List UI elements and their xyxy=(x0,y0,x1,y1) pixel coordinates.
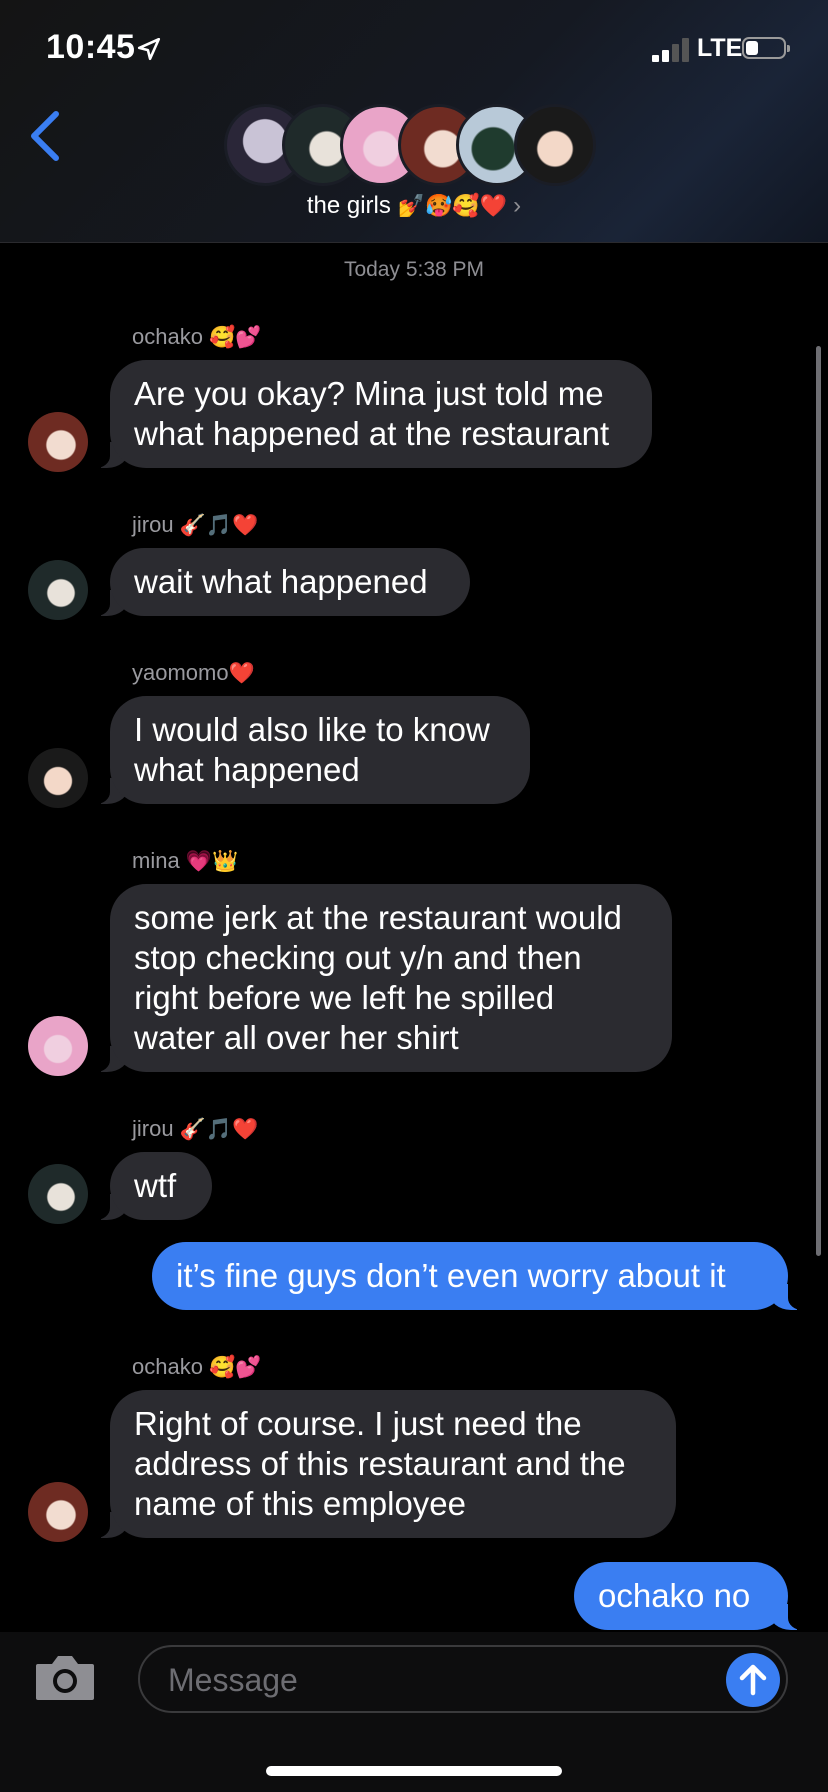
message-input[interactable] xyxy=(166,1657,710,1703)
sender-label: jirou 🎸🎵❤️ xyxy=(132,512,258,538)
home-indicator[interactable] xyxy=(266,1766,562,1776)
sender-label: yaomomo❤️ xyxy=(132,660,255,686)
sender-emoji: 💗👑 xyxy=(185,850,239,873)
sender-label: ochako 🥰💕 xyxy=(132,1354,261,1380)
sender-emoji: 🥰💕 xyxy=(209,326,262,349)
avatar-yaomomo[interactable] xyxy=(28,748,88,808)
status-time: 10:45 xyxy=(46,28,136,66)
sender-name: ochako xyxy=(132,324,203,349)
sender-emoji: 🎸🎵❤️ xyxy=(179,514,259,537)
signal-icon xyxy=(652,38,692,62)
send-arrow-icon xyxy=(739,1664,767,1696)
sender-name: jirou xyxy=(132,512,174,537)
sender-emoji: ❤️ xyxy=(228,662,255,685)
battery-icon xyxy=(742,37,790,59)
location-arrow-icon xyxy=(137,37,161,61)
chevron-right-icon: › xyxy=(513,192,522,219)
avatar-ochako[interactable] xyxy=(28,1482,88,1542)
message-bubble[interactable]: Are you okay? Mina just told me what hap… xyxy=(88,360,652,468)
message-bubble[interactable]: Right of course. I just need the address… xyxy=(88,1390,676,1538)
avatar-ochako[interactable] xyxy=(28,412,88,472)
sender-label: ochako 🥰💕 xyxy=(132,324,261,350)
message-bubble[interactable]: wtf xyxy=(88,1152,212,1220)
avatar xyxy=(514,104,596,186)
message-bubble[interactable]: I would also like to know what happened xyxy=(88,696,530,804)
conversation-header: 10:45 LTE the girls 💅🥵🥰❤️ › xyxy=(0,0,828,243)
message-bubble[interactable]: wait what happened xyxy=(88,548,470,616)
conversation-timestamp: Today 5:38 PM xyxy=(343,258,485,281)
message-bubble-outgoing[interactable]: it’s fine guys don’t even worry about it xyxy=(152,1242,810,1310)
camera-icon[interactable] xyxy=(34,1652,96,1702)
send-button[interactable] xyxy=(726,1653,780,1707)
avatar-mina[interactable] xyxy=(28,1016,88,1076)
scrollbar[interactable] xyxy=(816,346,821,1256)
avatar-jirou[interactable] xyxy=(28,560,88,620)
group-emoji: 💅🥵🥰❤️ xyxy=(397,193,508,218)
sender-emoji: 🎸🎵❤️ xyxy=(179,1118,259,1141)
message-field[interactable] xyxy=(138,1645,788,1713)
avatar-jirou[interactable] xyxy=(28,1164,88,1224)
sender-label: mina 💗👑 xyxy=(132,848,238,874)
group-name-text: the girls xyxy=(306,192,391,219)
network-type: LTE xyxy=(697,34,743,62)
message-bubble-outgoing[interactable]: ochako no xyxy=(574,1562,810,1630)
sender-label: jirou 🎸🎵❤️ xyxy=(132,1116,258,1142)
group-avatars[interactable] xyxy=(224,104,604,186)
message-bubble[interactable]: some jerk at the restaurant would stop c… xyxy=(88,884,672,1072)
sender-name: jirou xyxy=(132,1116,174,1141)
sender-emoji: 🥰💕 xyxy=(209,1356,262,1379)
sender-name: mina xyxy=(132,848,180,873)
sender-name: ochako xyxy=(132,1354,203,1379)
group-title[interactable]: the girls 💅🥵🥰❤️ › xyxy=(0,192,828,220)
sender-name: yaomomo xyxy=(132,660,229,685)
back-chevron-icon[interactable] xyxy=(26,108,66,164)
